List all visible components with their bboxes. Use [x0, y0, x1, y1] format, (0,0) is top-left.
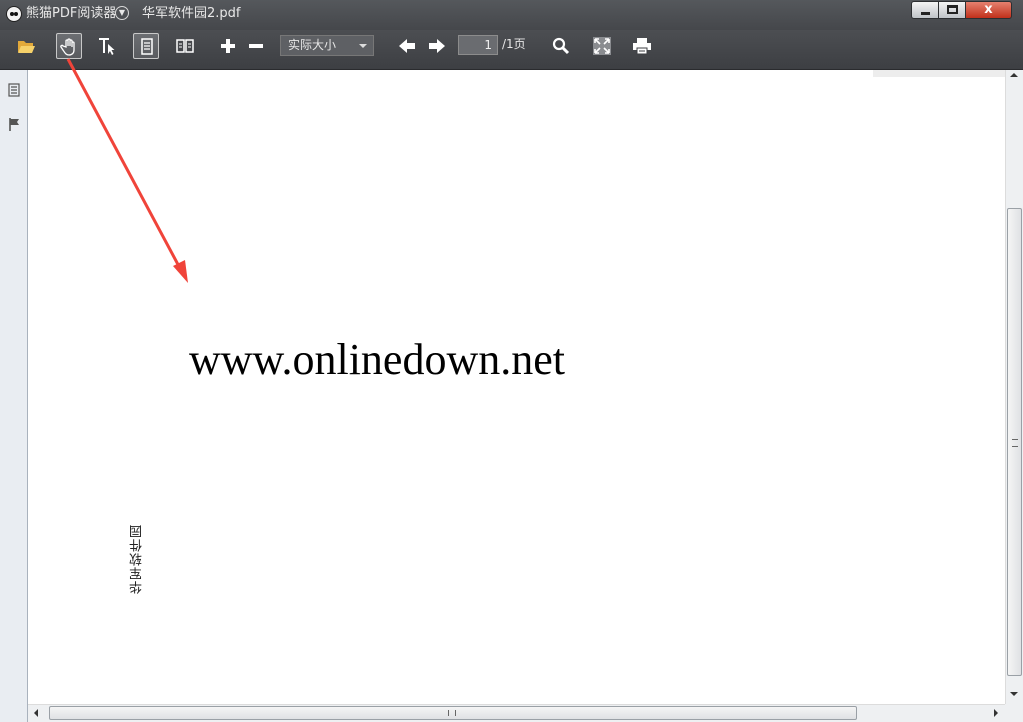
- zoom-value: 实际大小: [288, 38, 337, 52]
- close-icon: x: [984, 2, 993, 17]
- page-total: /1页: [502, 37, 526, 51]
- single-page-button[interactable]: [133, 33, 159, 59]
- vertical-scrollbar[interactable]: [1005, 70, 1023, 704]
- hand-icon: [60, 38, 75, 56]
- zoom-select[interactable]: 实际大小: [280, 35, 374, 56]
- search-icon: [552, 37, 570, 55]
- panda-logo-icon: [6, 6, 22, 22]
- grip-icon: [1012, 439, 1018, 447]
- vertical-scroll-thumb[interactable]: [1007, 208, 1022, 676]
- text-select-icon: [99, 38, 115, 55]
- grip-icon: [448, 710, 456, 716]
- app-menu-chevron-icon[interactable]: ▼: [115, 6, 129, 20]
- bookmark-flag-icon[interactable]: [7, 117, 21, 131]
- search-button[interactable]: [548, 33, 574, 59]
- outline-icon[interactable]: [7, 83, 21, 97]
- document-view[interactable]: www.onlinedown.net 华军软件园: [28, 70, 1005, 704]
- scroll-left-icon[interactable]: [34, 709, 38, 717]
- hand-tool-button[interactable]: [56, 33, 82, 59]
- two-page-icon: [176, 39, 194, 53]
- app-name: 熊猫PDF阅读器: [26, 6, 117, 21]
- plus-icon: [221, 39, 235, 53]
- horizontal-scroll-thumb[interactable]: [49, 706, 857, 720]
- folder-open-icon: [18, 41, 35, 53]
- document-title: 华军软件园2.pdf: [142, 6, 241, 21]
- open-file-button[interactable]: [13, 33, 39, 59]
- page-shadow: [873, 70, 1005, 77]
- document-vertical-text: 华军软件园: [130, 524, 145, 594]
- horizontal-scrollbar[interactable]: [28, 704, 1005, 722]
- arrow-right-icon: [429, 39, 445, 53]
- prev-page-button[interactable]: [394, 33, 420, 59]
- page-number-input[interactable]: [458, 35, 498, 55]
- resize-grip[interactable]: [1005, 704, 1023, 722]
- arrow-left-icon: [399, 39, 415, 53]
- scroll-up-icon[interactable]: [1010, 73, 1018, 77]
- side-panel: [0, 70, 28, 722]
- minus-icon: [249, 44, 263, 48]
- maximize-button[interactable]: [938, 1, 966, 19]
- two-page-button[interactable]: [172, 33, 198, 59]
- scroll-down-icon[interactable]: [1010, 692, 1018, 696]
- zoom-in-button[interactable]: [215, 33, 241, 59]
- title-bar: 熊猫PDF阅读器 ▼ 华军软件园2.pdf x: [0, 0, 1023, 30]
- document-url-text: www.onlinedown.net: [189, 335, 565, 384]
- select-text-button[interactable]: [94, 33, 120, 59]
- scroll-right-icon[interactable]: [994, 709, 998, 717]
- single-page-icon: [141, 38, 153, 55]
- zoom-out-button[interactable]: [243, 33, 269, 59]
- minimize-button[interactable]: [911, 1, 939, 19]
- fullscreen-button[interactable]: [589, 33, 615, 59]
- print-button[interactable]: [629, 33, 655, 59]
- printer-icon: [633, 38, 651, 55]
- close-button[interactable]: x: [965, 1, 1012, 19]
- fullscreen-icon: [593, 37, 611, 55]
- next-page-button[interactable]: [424, 33, 450, 59]
- chevron-down-icon: [359, 44, 367, 48]
